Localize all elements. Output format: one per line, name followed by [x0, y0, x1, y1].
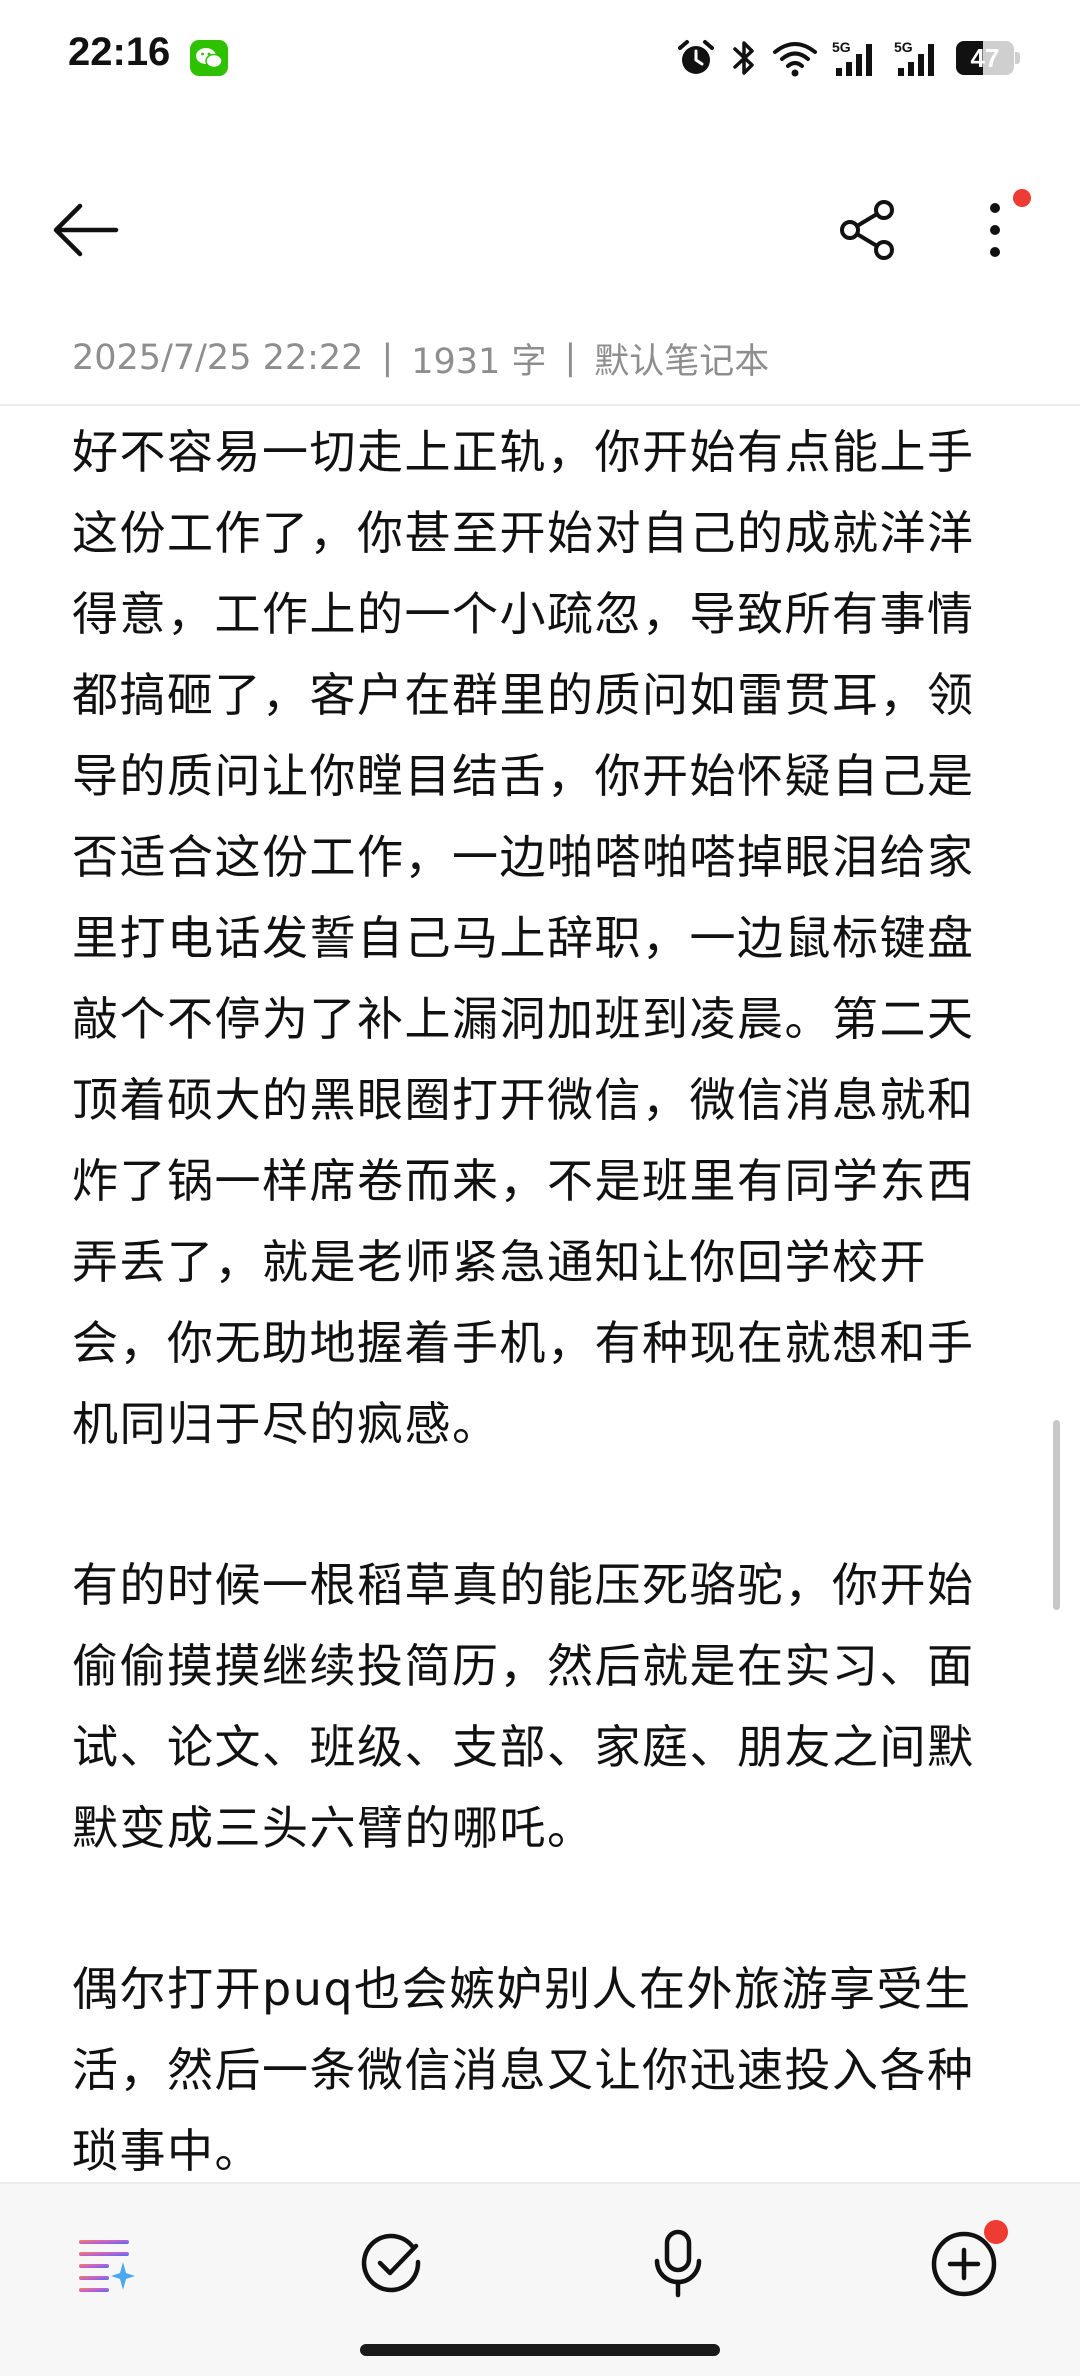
todo-button[interactable]: [342, 2214, 442, 2314]
scrollbar-thumb[interactable]: [1053, 1420, 1060, 1610]
wechat-icon: [190, 40, 228, 76]
note-paragraph[interactable]: 偶尔打开puq也会嫉妒别人在外旅游享受生活，然后一条微信消息又让你迅速投入各种琐…: [72, 1949, 992, 2182]
ai-list-icon: [79, 2240, 135, 2292]
microphone-icon: [654, 2229, 702, 2298]
wifi-icon: [773, 42, 817, 77]
cellular-signal-icon-2: 5G: [894, 39, 934, 76]
share-button[interactable]: [820, 190, 916, 270]
back-button[interactable]: [40, 190, 130, 270]
share-icon: [840, 200, 894, 260]
add-notification-dot: [984, 2220, 1008, 2244]
battery-level-text: 47: [970, 43, 1000, 73]
note-body[interactable]: 好不容易一切走上正轨，你开始有点能上手这份工作了，你甚至开始对自己的成就洋洋得意…: [72, 412, 992, 2182]
network-type-label-2: 5G: [894, 39, 913, 55]
add-button[interactable]: [914, 2214, 1014, 2314]
status-bar: 22:16 5G 5G 47: [0, 0, 1080, 120]
voice-input-button[interactable]: [628, 2214, 728, 2314]
note-detail-screen: 22:16 5G 5G 47 2025/7/25 22:22 | 1931 字 …: [0, 0, 1080, 2376]
bottom-toolbar: [0, 2182, 1080, 2376]
note-word-count: 1931 字: [411, 341, 547, 382]
network-type-label: 5G: [832, 39, 851, 55]
bluetooth-icon: [733, 41, 754, 75]
status-icons: 5G 5G 47: [676, 34, 1020, 82]
meta-separator-2: |: [564, 338, 577, 378]
note-paragraph[interactable]: 好不容易一切走上正轨，你开始有点能上手这份工作了，你甚至开始对自己的成就洋洋得意…: [72, 412, 992, 1465]
ai-format-button[interactable]: [57, 2214, 157, 2314]
status-time: 22:16: [68, 30, 171, 74]
meta-separator: |: [381, 338, 394, 378]
meta-divider: [0, 404, 1080, 406]
more-vertical-icon: [990, 203, 1000, 257]
note-notebook[interactable]: 默认笔记本: [594, 333, 769, 384]
alarm-icon: [678, 40, 714, 74]
note-meta: 2025/7/25 22:22 | 1931 字 | 默认笔记本: [72, 330, 769, 386]
check-circle-icon: [361, 2233, 421, 2293]
cellular-signal-icon: 5G: [832, 39, 872, 76]
note-paragraph[interactable]: 有的时候一根稻草真的能压死骆驼，你开始偷偷摸摸继续投简历，然后就是在实习、面试、…: [72, 1545, 992, 1869]
notification-dot: [1013, 189, 1031, 207]
arrow-left-icon: [53, 203, 119, 257]
battery-indicator: 47: [956, 41, 1020, 75]
more-options-button[interactable]: [955, 185, 1035, 275]
note-toolbar: [0, 170, 1080, 290]
note-date: 2025/7/25 22:22: [72, 338, 364, 378]
home-indicator[interactable]: [360, 2344, 720, 2356]
